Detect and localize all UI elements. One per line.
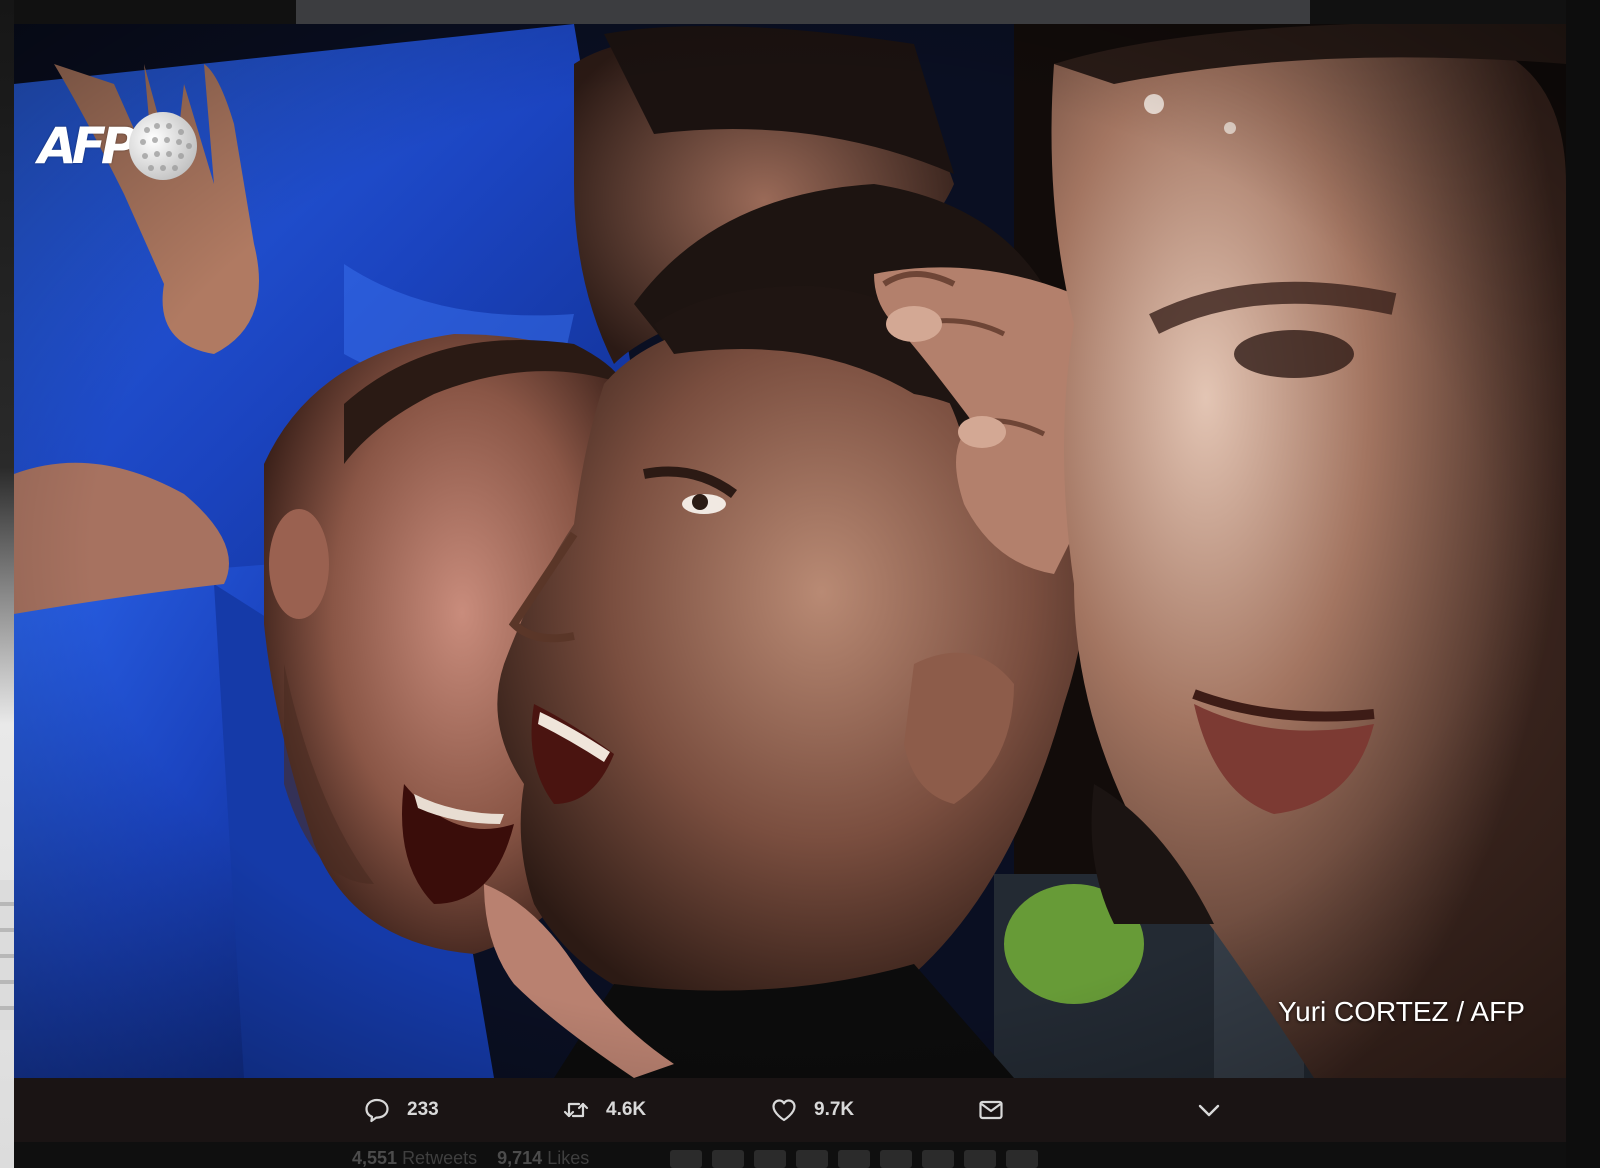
avatar — [880, 1150, 912, 1168]
photo-credit: Yuri CORTEZ / AFP — [1278, 996, 1525, 1027]
avatar — [670, 1150, 702, 1168]
afp-globe-icon — [128, 112, 197, 180]
heart-icon — [772, 1099, 796, 1122]
background-page-edge — [0, 0, 14, 1168]
afp-watermark-text: AFP — [38, 117, 137, 175]
media-viewer: AFP Yuri CORTEZ / AFP 233 4.6K 9.7K 4,55… — [0, 0, 1600, 1168]
tweet-photo[interactable]: AFP Yuri CORTEZ / AFP — [14, 24, 1566, 1078]
envelope-icon — [979, 1100, 1003, 1120]
like-button[interactable]: 9.7K — [770, 1078, 854, 1142]
avatar — [838, 1150, 870, 1168]
direct-message-button[interactable] — [977, 1078, 1005, 1142]
avatar — [1006, 1150, 1038, 1168]
photo-illustration — [14, 24, 1566, 1078]
chevron-down-icon — [1198, 1104, 1220, 1117]
reply-button[interactable]: 233 — [363, 1078, 439, 1142]
background-tweet-stats: 4,551 Retweets 9,714 Likes — [14, 1142, 1566, 1168]
viewer-top-strip — [296, 0, 1310, 24]
likes-count: 9,714 — [497, 1148, 543, 1168]
retweet-count: 4.6K — [606, 1099, 647, 1120]
avatar — [922, 1150, 954, 1168]
avatar — [796, 1150, 828, 1168]
speech-bubble-icon — [365, 1098, 389, 1123]
retweets-count: 4,551 — [352, 1148, 398, 1168]
retweet-arrows-icon — [563, 1102, 589, 1118]
avatar — [712, 1150, 744, 1168]
tweet-action-bar: 233 4.6K 9.7K — [14, 1078, 1566, 1142]
more-options-button[interactable] — [1195, 1078, 1223, 1142]
afp-watermark: AFP — [38, 106, 199, 186]
avatar — [964, 1150, 996, 1168]
like-count: 9.7K — [814, 1099, 855, 1120]
retweet-button[interactable]: 4.6K — [562, 1078, 646, 1142]
avatar — [754, 1150, 786, 1168]
viewer-right-gutter — [1566, 0, 1600, 1168]
liker-avatars — [670, 1150, 1038, 1168]
reply-count: 233 — [407, 1099, 439, 1120]
likes-label: Likes — [547, 1148, 590, 1168]
engagement-stats: 4,551 Retweets 9,714 Likes — [352, 1148, 589, 1168]
retweets-label: Retweets — [402, 1148, 478, 1168]
